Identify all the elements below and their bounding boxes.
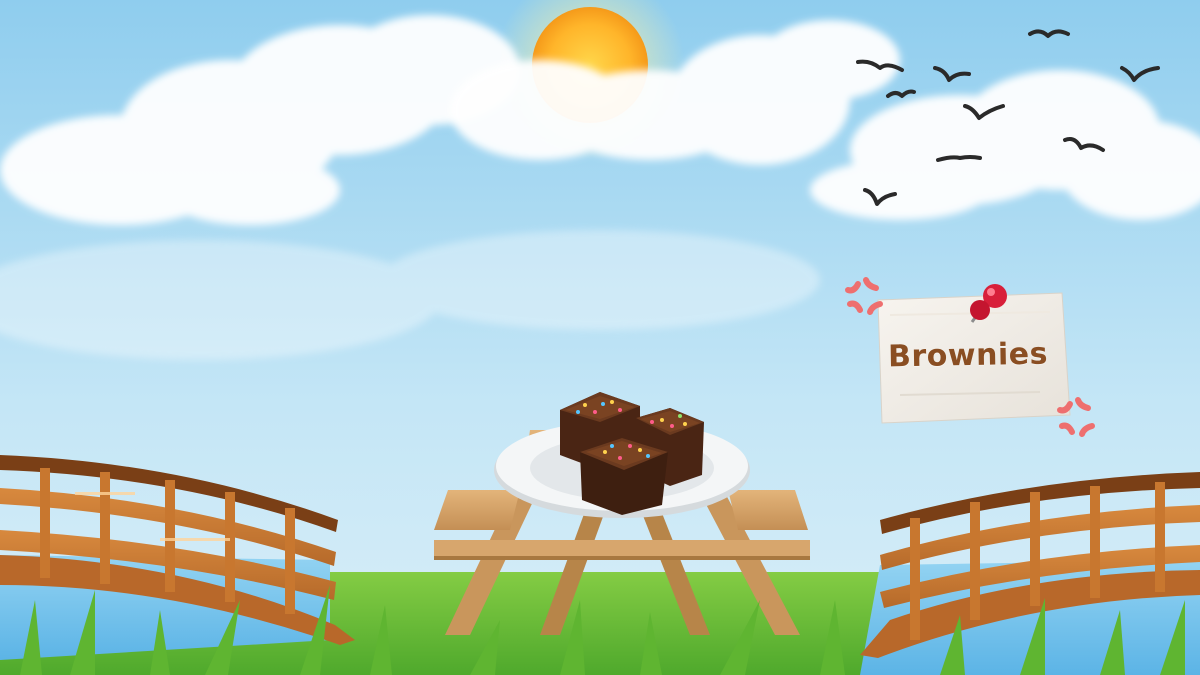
game-scene: Brownies [0,0,1200,675]
sign-label: Brownies [887,336,1049,375]
brownie-icon [580,438,668,515]
